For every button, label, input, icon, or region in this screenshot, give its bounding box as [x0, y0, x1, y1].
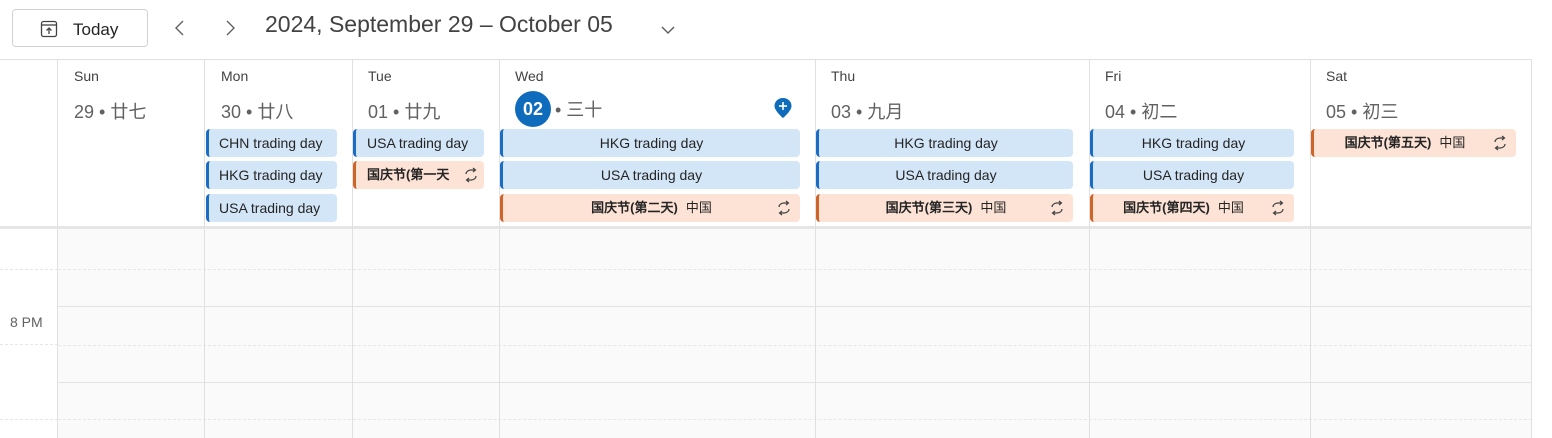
- event-mon-hkg-trading[interactable]: HKG trading day: [206, 161, 337, 189]
- time-label-8pm: 8 PM: [10, 314, 43, 330]
- column-divider: [1310, 60, 1311, 438]
- day-name-thu: Thu: [831, 68, 856, 84]
- previous-week-icon[interactable]: [170, 17, 190, 39]
- event-mon-chn-trading[interactable]: CHN trading day: [206, 129, 337, 157]
- gutter-line: [0, 269, 58, 270]
- day-date-wed-lunar: • 三十: [555, 100, 603, 120]
- day-date-wed[interactable]: 02 • 三十: [515, 91, 602, 127]
- event-title: USA trading day: [600, 167, 703, 183]
- add-event-icon[interactable]: [773, 97, 793, 119]
- column-divider: [204, 60, 205, 438]
- event-tue-usa-trading[interactable]: USA trading day: [353, 129, 484, 157]
- event-title: 国庆节(第二天): [591, 200, 678, 215]
- event-thu-national-day[interactable]: 国庆节(第三天) 中国: [816, 194, 1073, 222]
- event-title-line: 国庆节(第二天) 中国: [503, 194, 800, 222]
- event-title: HKG trading day: [894, 135, 998, 151]
- day-name-fri: Fri: [1105, 68, 1122, 84]
- event-title: USA trading day: [1142, 167, 1245, 183]
- event-title-line: 国庆节(第三天) 中国: [819, 194, 1073, 222]
- event-wed-hkg-trading[interactable]: HKG trading day: [500, 129, 800, 157]
- next-week-icon[interactable]: [220, 17, 240, 39]
- gutter-line: [0, 344, 58, 345]
- day-date-sun[interactable]: 29 • 廿七: [74, 98, 146, 124]
- today-button-label: Today: [73, 20, 119, 39]
- event-title: HKG trading day: [219, 167, 323, 183]
- event-location: 中国: [1439, 135, 1466, 150]
- event-title: USA trading day: [895, 167, 997, 183]
- event-mon-usa-trading[interactable]: USA trading day: [206, 194, 337, 222]
- event-location: 中国: [980, 200, 1007, 215]
- event-title: HKG trading day: [599, 135, 704, 151]
- week-header: Sun 29 • 廿七 Mon 30 • 廿八 Tue 01 • 廿九 Wed …: [0, 60, 1532, 226]
- event-title: CHN trading day: [219, 135, 323, 151]
- event-title: 国庆节(第五天): [1344, 135, 1432, 150]
- repeat-icon: [1272, 200, 1284, 216]
- event-title: 国庆节(第四天): [1123, 200, 1210, 215]
- grid-right-edge: [1531, 60, 1532, 438]
- event-title: 国庆节(第三天): [885, 200, 973, 215]
- day-date-tue[interactable]: 01 • 廿九: [368, 98, 440, 124]
- event-fri-national-day[interactable]: 国庆节(第四天) 中国: [1090, 194, 1294, 222]
- repeat-icon: [465, 167, 477, 183]
- event-sat-national-day[interactable]: 国庆节(第五天) 中国: [1311, 129, 1516, 157]
- repeat-icon: [1494, 135, 1506, 151]
- column-divider: [499, 60, 500, 438]
- today-button[interactable]: Today: [12, 9, 148, 47]
- event-fri-usa-trading[interactable]: USA trading day: [1090, 161, 1294, 189]
- column-divider: [57, 60, 58, 438]
- event-location: 中国: [1217, 200, 1244, 215]
- calendar-toolbar: Today 2024, September 29 – October 05: [0, 0, 1552, 58]
- day-name-wed: Wed: [515, 68, 544, 84]
- event-thu-hkg-trading[interactable]: HKG trading day: [816, 129, 1073, 157]
- event-fri-hkg-trading[interactable]: HKG trading day: [1090, 129, 1294, 157]
- event-title: HKG trading day: [1141, 135, 1246, 151]
- event-location: 中国: [685, 200, 712, 215]
- event-thu-usa-trading[interactable]: USA trading day: [816, 161, 1073, 189]
- event-tue-national-day[interactable]: 国庆节(第一天: [353, 161, 484, 189]
- day-date-fri[interactable]: 04 • 初二: [1105, 98, 1177, 124]
- event-title: USA trading day: [367, 135, 469, 151]
- day-name-tue: Tue: [368, 68, 392, 84]
- date-range-title[interactable]: 2024, September 29 – October 05: [265, 11, 613, 38]
- repeat-icon: [1051, 200, 1063, 216]
- event-title-line: 国庆节(第五天) 中国: [1314, 129, 1496, 157]
- day-date-mon[interactable]: 30 • 廿八: [221, 98, 293, 124]
- chevron-down-icon[interactable]: [657, 19, 679, 41]
- week-grid: Sun 29 • 廿七 Mon 30 • 廿八 Tue 01 • 廿九 Wed …: [0, 59, 1532, 438]
- day-name-mon: Mon: [221, 68, 249, 84]
- repeat-icon: [778, 200, 790, 216]
- column-divider: [1089, 60, 1090, 438]
- event-wed-usa-trading[interactable]: USA trading day: [500, 161, 800, 189]
- day-name-sat: Sat: [1326, 68, 1348, 84]
- day-name-sun: Sun: [74, 68, 99, 84]
- column-divider: [352, 60, 353, 438]
- column-divider: [815, 60, 816, 438]
- calendar-today-icon: [40, 20, 58, 38]
- day-date-sat[interactable]: 05 • 初三: [1326, 98, 1398, 124]
- event-title-line: 国庆节(第四天) 中国: [1093, 194, 1274, 222]
- event-title: USA trading day: [219, 200, 321, 216]
- day-date-thu[interactable]: 03 • 九月: [831, 98, 903, 124]
- gutter-line: [0, 419, 58, 420]
- event-wed-national-day[interactable]: 国庆节(第二天) 中国: [500, 194, 800, 222]
- today-date-badge: 02: [515, 91, 551, 127]
